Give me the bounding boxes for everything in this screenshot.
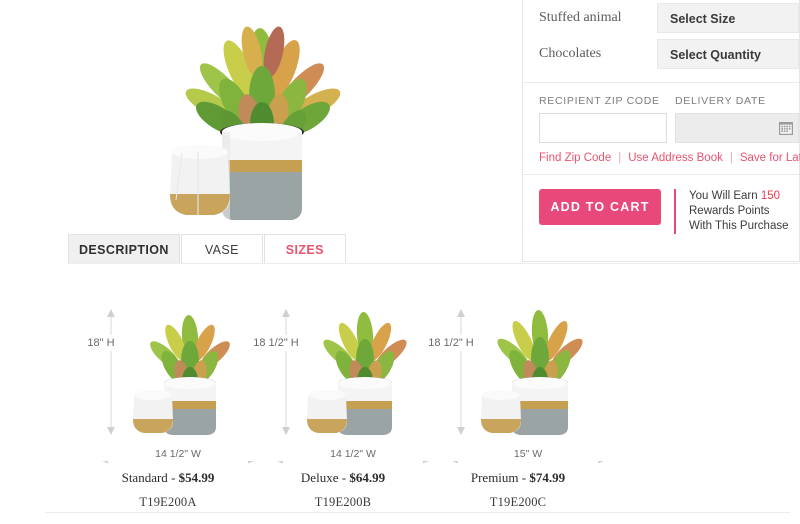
- save-for-later-link[interactable]: Save for Later: [740, 152, 800, 164]
- tabs-underline: [68, 263, 800, 264]
- sku-deluxe: T19E200B: [314, 495, 372, 509]
- add-to-cart-button[interactable]: ADD TO CART: [539, 189, 661, 225]
- rewards-prefix: You Will Earn: [689, 190, 761, 202]
- price-line-standard: Standard - $54.99: [68, 470, 268, 486]
- delivery-headings: RECIPIENT ZIP CODE DELIVERY DATE: [539, 95, 799, 107]
- width-label-premium: 15" W: [448, 447, 608, 461]
- sku-premium: T19E200C: [489, 495, 547, 509]
- width-label-deluxe: 14 1/2" W: [273, 447, 433, 461]
- addon-select-stuffed-animal-size[interactable]: Select Size: [657, 3, 799, 33]
- rewards-line-3: With This Purchase: [689, 220, 789, 232]
- use-address-book-link[interactable]: Use Address Book: [628, 152, 723, 164]
- size-thumbnail-premium: [481, 310, 583, 435]
- tab-description-label: DESCRIPTION: [79, 243, 169, 257]
- croton-plant-illustration: [140, 0, 385, 235]
- size-name-premium: Premium: [470, 470, 519, 485]
- addon-select-chocolates-quantity[interactable]: Select Quantity: [657, 39, 799, 69]
- link-separator-2: |: [729, 152, 733, 164]
- sizes-tab-content: 18" H 14 1/2" W Standard - $54.99 T19E20…: [0, 285, 800, 524]
- rewards-line-2: Rewards Points: [689, 205, 770, 217]
- tab-description[interactable]: DESCRIPTION: [68, 234, 180, 264]
- calendar-icon[interactable]: [778, 120, 794, 136]
- zip-code-input[interactable]: [539, 113, 667, 143]
- price-dash-standard: -: [171, 470, 176, 485]
- price-dash-deluxe: -: [341, 470, 347, 485]
- product-detail-tabs: DESCRIPTION VASE SIZES: [68, 234, 347, 264]
- price-dash-premium: -: [521, 470, 527, 485]
- link-separator-1: |: [618, 152, 622, 164]
- addon-label-stuffed-animal: Stuffed animal: [539, 10, 622, 25]
- product-top-area: DESCRIPTION VASE SIZES Stuffed animal Se…: [0, 0, 800, 268]
- bottom-divider: [45, 512, 790, 513]
- rewards-points-value: 150: [760, 190, 780, 202]
- size-thumbnail-deluxe: [307, 312, 407, 435]
- addon-options: Stuffed animal Select Size Chocolates Se…: [523, 0, 799, 72]
- size-option-standard[interactable]: 18" H 14 1/2" W Standard - $54.99 T19E20…: [68, 285, 268, 510]
- find-zip-code-link[interactable]: Find Zip Code: [539, 152, 611, 164]
- size-option-deluxe[interactable]: 18 1/2" H 14 1/2" W Deluxe - $64.99 T19E…: [243, 285, 443, 510]
- delivery-date-heading: DELIVERY DATE: [675, 95, 766, 107]
- size-thumbnail-standard: [133, 315, 230, 435]
- tab-vase-label: VASE: [204, 243, 239, 257]
- product-hero-image[interactable]: [140, 0, 385, 235]
- addon-row-stuffed-animal: Stuffed animal Select Size: [523, 0, 799, 36]
- delivery-helper-links: Find Zip Code | Use Address Book | Save …: [539, 152, 800, 164]
- tab-vase[interactable]: VASE: [180, 234, 263, 264]
- purchase-panel: Stuffed animal Select Size Chocolates Se…: [522, 0, 800, 262]
- zip-code-heading: RECIPIENT ZIP CODE: [539, 95, 660, 107]
- size-option-premium[interactable]: 18 1/2" H 15" W Premium - $74.99 T19E200…: [418, 285, 618, 510]
- tab-sizes[interactable]: SIZES: [263, 234, 346, 264]
- price-line-premium: Premium - $74.99: [418, 470, 618, 486]
- price-deluxe: $64.99: [349, 470, 386, 485]
- price-line-deluxe: Deluxe - $64.99: [243, 470, 443, 486]
- price-premium: $74.99: [529, 470, 566, 485]
- delivery-block: RECIPIENT ZIP CODE DELIVERY DATE Find Zi…: [523, 83, 800, 164]
- tab-sizes-label: SIZES: [285, 243, 324, 257]
- addon-row-chocolates: Chocolates Select Quantity: [523, 36, 799, 72]
- cart-block: ADD TO CART You Will Earn 150 Rewards Po…: [523, 175, 799, 234]
- width-label-standard: 14 1/2" W: [98, 447, 258, 461]
- size-name-deluxe: Deluxe: [300, 470, 339, 485]
- size-name-standard: Standard: [121, 470, 168, 485]
- delivery-date-field[interactable]: [675, 113, 799, 143]
- price-standard: $54.99: [178, 470, 215, 485]
- addon-label-chocolates: Chocolates: [539, 46, 602, 61]
- rewards-message: You Will Earn 150 Rewards Points With Th…: [674, 189, 789, 234]
- delivery-fields: [539, 113, 799, 143]
- sku-standard: T19E200A: [139, 495, 197, 509]
